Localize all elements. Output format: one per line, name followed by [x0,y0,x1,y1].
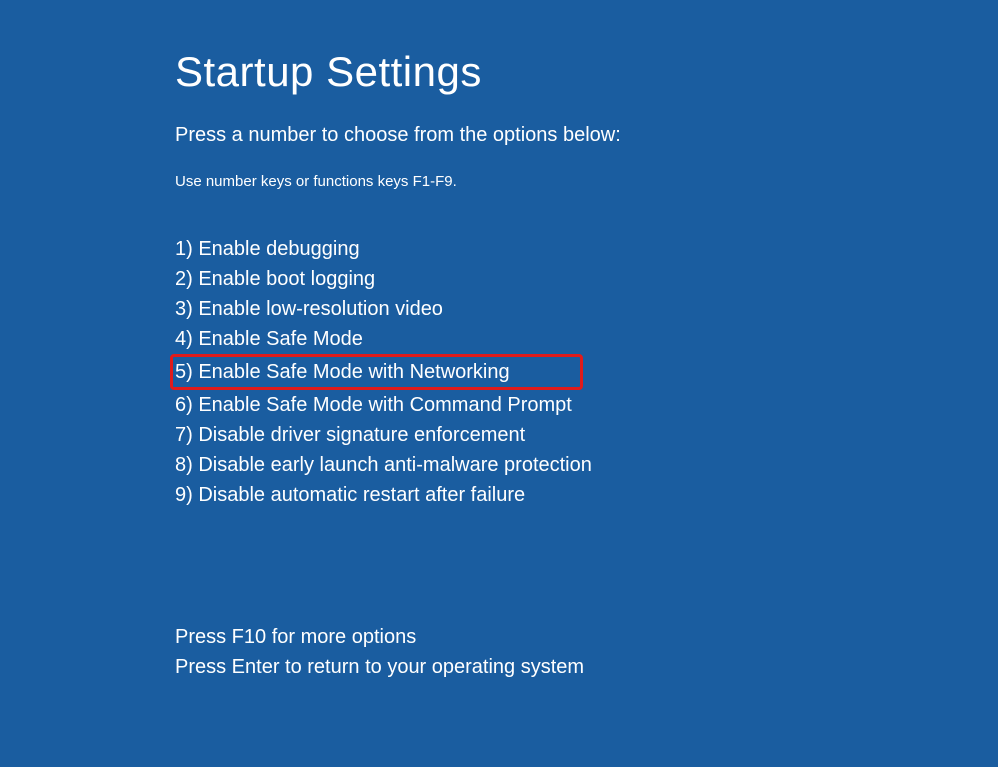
boot-option-4[interactable]: 4) Enable Safe Mode [175,324,998,354]
return-hint: Press Enter to return to your operating … [175,652,998,682]
boot-option-7[interactable]: 7) Disable driver signature enforcement [175,420,998,450]
boot-option-3[interactable]: 3) Enable low-resolution video [175,294,998,324]
option-number: 9) [175,484,198,506]
page-title: Startup Settings [175,48,998,96]
option-label: Enable debugging [198,238,359,260]
option-label: Disable early launch anti-malware protec… [198,454,592,476]
option-label: Enable Safe Mode with Command Prompt [198,394,572,416]
option-number: 8) [175,454,198,476]
boot-option-2[interactable]: 2) Enable boot logging [175,264,998,294]
boot-option-8[interactable]: 8) Disable early launch anti-malware pro… [175,450,998,480]
boot-option-1[interactable]: 1) Enable debugging [175,234,998,264]
option-label: Enable Safe Mode [198,328,363,350]
instruction-subtitle: Press a number to choose from the option… [175,124,998,147]
option-number: 4) [175,328,198,350]
startup-settings-screen: Startup Settings Press a number to choos… [0,0,998,682]
instruction-hint: Use number keys or functions keys F1-F9. [175,173,998,190]
boot-option-6[interactable]: 6) Enable Safe Mode with Command Prompt [175,390,998,420]
boot-options-list: 1) Enable debugging2) Enable boot loggin… [175,234,998,510]
boot-option-9[interactable]: 9) Disable automatic restart after failu… [175,480,998,510]
boot-option-5[interactable]: 5) Enable Safe Mode with Networking [170,354,583,390]
footer-instructions: Press F10 for more options Press Enter t… [175,622,998,682]
option-number: 2) [175,268,198,290]
option-number: 6) [175,394,198,416]
option-label: Enable low-resolution video [198,298,443,320]
option-label: Enable boot logging [198,268,375,290]
option-number: 3) [175,298,198,320]
option-number: 5) [175,361,198,383]
option-label: Disable automatic restart after failure [198,484,525,506]
option-number: 7) [175,424,198,446]
option-label: Disable driver signature enforcement [198,424,525,446]
option-number: 1) [175,238,198,260]
option-label: Enable Safe Mode with Networking [198,361,509,383]
more-options-hint: Press F10 for more options [175,622,998,652]
